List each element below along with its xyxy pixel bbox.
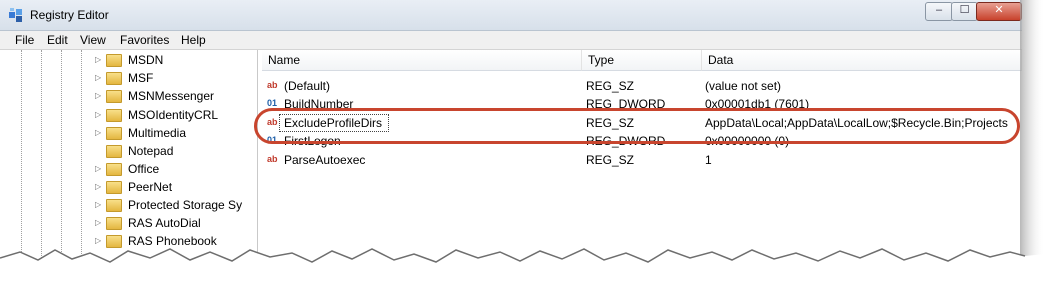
tree-item-label: Notepad [128,144,174,158]
folder-icon [106,54,122,67]
tree-item-protected-storage[interactable]: ▷ Protected Storage Sy [95,196,255,214]
tree-item-msf[interactable]: ▷ MSF [95,69,255,87]
value-row[interactable]: ab (Default) REG_SZ (value not set) [262,77,1022,95]
folder-icon [106,181,122,194]
registry-editor-icon [9,8,22,22]
value-data: (value not set) [705,79,782,93]
title-bar[interactable]: Registry Editor – ☐ ✕ [0,0,1022,31]
highlight-ellipse [254,108,1020,144]
expand-arrow-icon[interactable]: ▷ [95,73,101,82]
folder-icon [106,127,122,140]
tree-item-label: Office [128,162,160,176]
column-header-name[interactable]: Name [262,50,582,71]
tree-item-office[interactable]: ▷ Office [95,160,255,178]
expand-arrow-icon[interactable]: ▷ [95,110,101,119]
expand-arrow-icon[interactable]: ▷ [95,164,101,173]
tree-item-msdn[interactable]: ▷ MSDN [95,51,255,69]
string-value-icon: ab [267,80,278,90]
tree-item-label: Multimedia [128,126,187,140]
menu-favorites[interactable]: Favorites [120,33,169,47]
folder-icon [106,217,122,230]
tree-item-label: Protected Storage Sy [128,198,243,212]
maximize-button[interactable]: ☐ [951,2,978,21]
expand-arrow-icon[interactable]: ▷ [95,200,101,209]
column-header-data[interactable]: Data [702,50,1022,71]
string-value-icon: ab [267,154,278,164]
menu-edit[interactable]: Edit [47,33,68,47]
tree-item-peernet[interactable]: ▷ PeerNet [95,178,255,196]
page-shadow [1020,0,1045,284]
menu-file[interactable]: File [15,33,34,47]
tree-item-multimedia[interactable]: ▷ Multimedia [95,124,255,142]
tree-item-label: MSF [128,71,154,85]
value-type: REG_SZ [586,79,635,93]
folder-icon [106,199,122,212]
tree-item-notepad[interactable]: Notepad [95,142,255,160]
expand-arrow-icon[interactable]: ▷ [95,128,101,137]
expand-arrow-icon[interactable]: ▷ [95,218,101,227]
folder-icon [106,109,122,122]
tree-item-label: MSNMessenger [128,89,215,103]
folder-icon [106,163,122,176]
value-name: (Default) [284,79,331,93]
folder-icon [106,145,122,158]
tree-item-label: MSOIdentityCRL [128,108,219,122]
column-header-type[interactable]: Type [582,50,702,71]
expand-arrow-icon[interactable]: ▷ [95,182,101,191]
folder-icon [106,90,122,103]
value-data: 1 [705,153,712,167]
registry-editor-window: Registry Editor – ☐ ✕ File Edit View Fav… [0,0,1022,284]
expand-arrow-icon[interactable]: ▷ [95,91,101,100]
minimize-button[interactable]: – [925,2,953,21]
tree-item-msoidentitycrl[interactable]: ▷ MSOIdentityCRL [95,106,255,124]
torn-edge [0,248,1045,284]
value-row[interactable]: ab ParseAutoexec REG_SZ 1 [262,151,1022,169]
tree-item-label: RAS AutoDial [128,216,201,230]
tree-item-label: PeerNet [128,180,173,194]
menu-view[interactable]: View [80,33,106,47]
tree-item-ras-autodial[interactable]: ▷ RAS AutoDial [95,214,255,232]
tree-item-msnmessenger[interactable]: ▷ MSNMessenger [95,87,255,105]
value-type: REG_SZ [586,153,635,167]
tree-item-label: MSDN [128,53,164,67]
close-button[interactable]: ✕ [976,2,1022,21]
expand-arrow-icon[interactable]: ▷ [95,55,101,64]
folder-icon [106,72,122,85]
value-name: ParseAutoexec [284,153,366,167]
window-title: Registry Editor [30,8,109,22]
menu-help[interactable]: Help [181,33,206,47]
menu-bar: File Edit View Favorites Help [0,31,1022,50]
